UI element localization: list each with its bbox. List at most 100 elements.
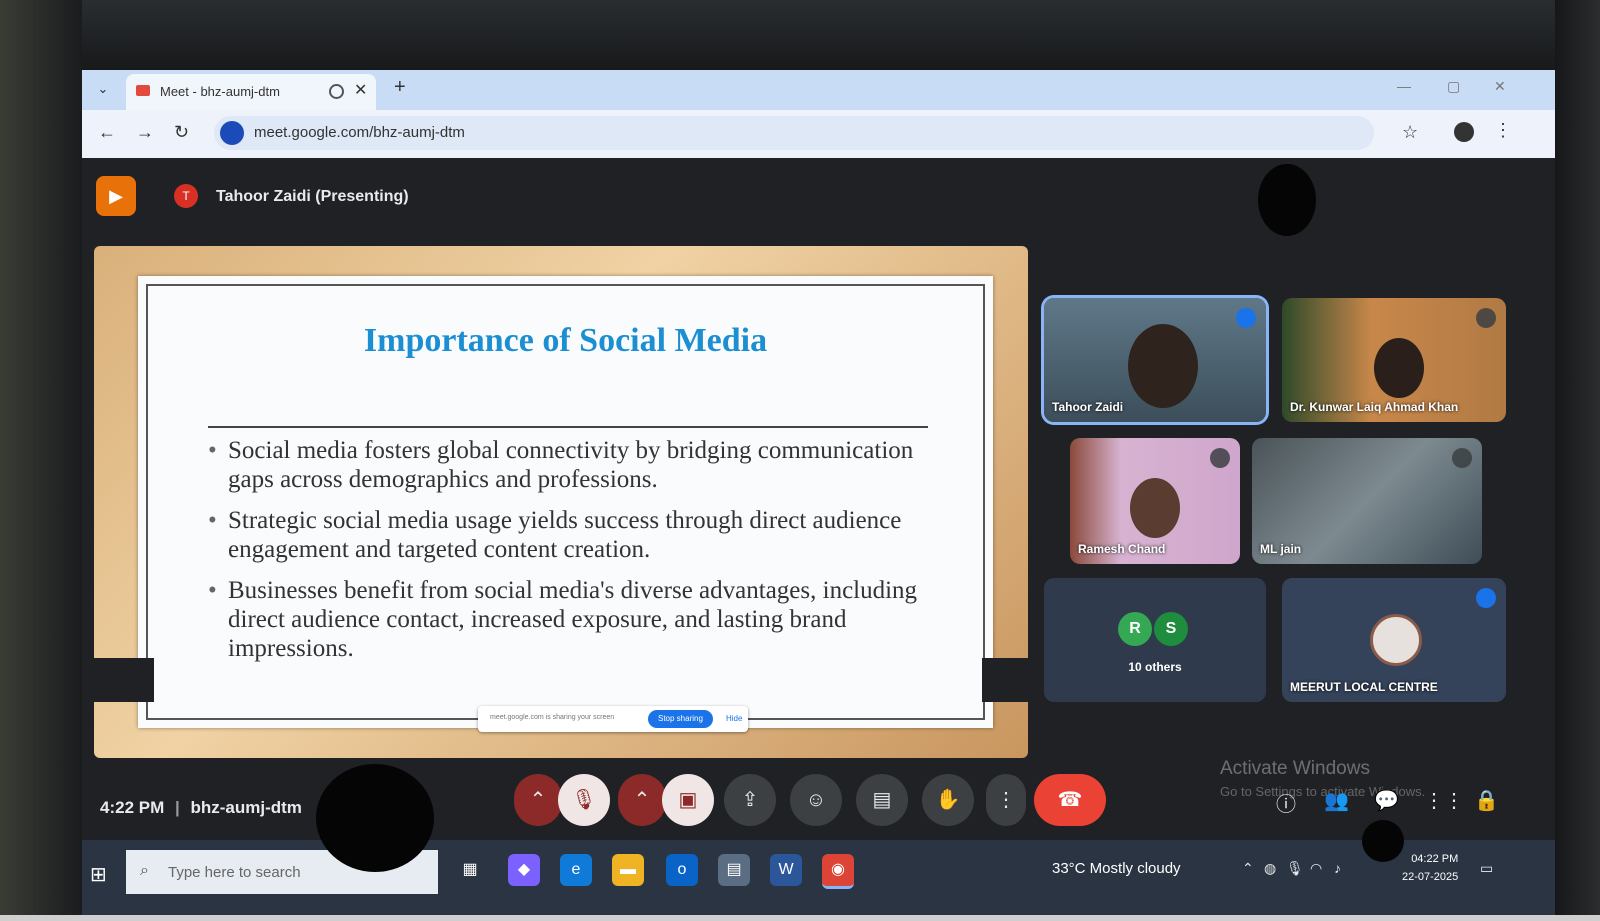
copilot-icon[interactable]: ◆ <box>508 854 540 886</box>
audio-settings-chevron-icon[interactable]: ⌃ <box>514 774 562 826</box>
taskbar-time: 04:22 PM <box>1411 853 1459 865</box>
windows-taskbar: ⊞ ⌕ Type here to search ▦ ◆ e ▬ o ▤ W ◉ … <box>82 840 1555 915</box>
tray-chevron-icon[interactable]: ⌃ <box>1242 860 1254 877</box>
taskbar-date: 22-07-2025 <box>1402 871 1459 883</box>
reactions-button[interactable]: ☺ <box>790 774 842 826</box>
participant-video <box>1374 338 1424 398</box>
presentation-right-handle <box>982 658 1040 702</box>
windows-start-icon[interactable]: ⊞ <box>90 862 107 887</box>
screen: ⌄ Meet - bhz-aumj-dtm ✕ + — ▢ ✕ ← → ↻ me… <box>82 70 1555 915</box>
back-icon[interactable]: ← <box>98 122 116 143</box>
edge-icon[interactable]: e <box>560 854 592 886</box>
site-info-icon[interactable] <box>220 121 244 145</box>
captions-button[interactable]: ▤ <box>856 774 908 826</box>
camera-shadow <box>1362 820 1404 862</box>
presenter-avatar: T <box>174 184 198 208</box>
slide: Importance of Social Media Social media … <box>138 276 993 732</box>
monitor-bezel-left <box>0 0 82 921</box>
search-placeholder: Type here to search <box>168 864 301 881</box>
browser-tab[interactable]: Meet - bhz-aumj-dtm ✕ <box>126 74 376 110</box>
share-status-text: meet.google.com is sharing your screen <box>490 714 615 721</box>
browser-toolbar: ← → ↻ meet.google.com/bhz-aumj-dtm ☆ ⋮ <box>82 110 1555 158</box>
reload-icon[interactable]: ↻ <box>174 122 189 143</box>
recording-icon <box>329 84 344 99</box>
meeting-details-icon[interactable]: ⓘ <box>1276 788 1296 817</box>
browser-tab-bar: ⌄ Meet - bhz-aumj-dtm ✕ + — ▢ ✕ <box>82 70 1555 110</box>
hide-share-bar-link[interactable]: Hide <box>726 714 742 723</box>
profile-avatar[interactable] <box>1454 122 1474 142</box>
new-tab-button[interactable]: + <box>394 76 406 99</box>
slide-bullet: Strategic social media usage yields succ… <box>208 506 928 564</box>
other-avatar: S <box>1154 612 1188 646</box>
video-settings-chevron-icon[interactable]: ⌃ <box>618 774 666 826</box>
stop-sharing-button[interactable]: Stop sharing <box>648 710 713 728</box>
close-window-icon[interactable]: ✕ <box>1494 78 1506 95</box>
participant-name: MEERUT LOCAL CENTRE <box>1290 680 1438 694</box>
task-view-icon[interactable]: ▦ <box>454 854 486 886</box>
camera-shadow <box>316 764 434 872</box>
forward-icon[interactable]: → <box>136 122 154 143</box>
address-bar[interactable]: meet.google.com/bhz-aumj-dtm <box>214 116 1374 150</box>
participant-tile[interactable]: Dr. Kunwar Laiq Ahmad Khan <box>1282 298 1506 422</box>
present-screen-button[interactable]: ⇪ <box>724 774 776 826</box>
monitor-bezel-right <box>1555 0 1600 921</box>
meet-logo-icon: ▶ <box>96 176 136 216</box>
minimize-icon[interactable]: — <box>1397 78 1411 94</box>
browser-menu-icon[interactable]: ⋮ <box>1494 120 1512 141</box>
camera-shadow <box>1258 164 1316 236</box>
meeting-time: 4:22 PM | bhz-aumj-dtm <box>100 798 302 818</box>
meet-top-bar: ▶ T Tahoor Zaidi (Presenting) <box>82 158 1555 228</box>
others-count: 10 others <box>1128 660 1182 674</box>
other-avatar: R <box>1118 612 1152 646</box>
others-tile[interactable]: R S 10 others <box>1044 578 1266 702</box>
participant-tile[interactable]: Ramesh Chand <box>1070 438 1240 564</box>
slide-bullet: Social media fosters global connectivity… <box>208 436 928 494</box>
screen-share-bar: meet.google.com is sharing your screen S… <box>478 706 748 732</box>
presentation-left-handle <box>94 658 154 702</box>
shared-screen: Importance of Social Media Social media … <box>94 246 1040 758</box>
mic-muted-icon <box>1476 308 1496 328</box>
weather-widget[interactable]: 33°C Mostly cloudy <box>1052 860 1181 877</box>
participant-name: Tahoor Zaidi <box>1052 400 1124 414</box>
activities-icon[interactable]: ⋮⋮ <box>1424 788 1464 813</box>
participant-video <box>1128 324 1198 408</box>
volume-icon[interactable]: ♪ <box>1334 860 1341 876</box>
notification-icon[interactable]: ▭ <box>1480 860 1493 877</box>
host-controls-icon[interactable]: 🔒 <box>1474 788 1499 813</box>
participant-video <box>1130 478 1180 538</box>
microphone-icon[interactable]: 🎙 <box>1286 860 1304 877</box>
file-explorer-icon[interactable]: ▬ <box>612 854 644 886</box>
organization-logo-icon <box>1370 614 1422 666</box>
chat-icon[interactable]: 💬 <box>1374 788 1399 813</box>
mic-muted-icon <box>1452 448 1472 468</box>
raise-hand-button[interactable]: ✋ <box>922 774 974 826</box>
network-icon[interactable]: ◍ <box>1264 860 1276 877</box>
participant-tile[interactable]: Tahoor Zaidi <box>1044 298 1266 422</box>
taskbar-clock[interactable]: 04:22 PM 22-07-2025 <box>1402 850 1458 886</box>
word-icon[interactable]: W <box>770 854 802 886</box>
store-icon[interactable]: ▤ <box>718 854 750 886</box>
activate-windows-title: Activate Windows <box>1220 758 1370 779</box>
monitor-bezel-top <box>0 0 1600 70</box>
url-text: meet.google.com/bhz-aumj-dtm <box>254 124 465 141</box>
maximize-icon[interactable]: ▢ <box>1447 78 1460 95</box>
mic-muted-icon <box>1210 448 1230 468</box>
slide-bullets: Social media fosters global connectivity… <box>208 436 928 675</box>
mic-off-button[interactable]: 🎙 <box>558 774 610 826</box>
more-options-button[interactable]: ⋮ <box>986 774 1026 826</box>
participant-tile[interactable]: MEERUT LOCAL CENTRE <box>1282 578 1506 702</box>
tab-search-icon[interactable]: ⌄ <box>92 78 114 100</box>
wifi-icon[interactable]: ◠ <box>1310 860 1322 877</box>
leave-call-button[interactable]: ☎ <box>1034 774 1106 826</box>
close-tab-icon[interactable]: ✕ <box>354 80 367 100</box>
outlook-icon[interactable]: o <box>666 854 698 886</box>
camera-off-button[interactable]: ▣ <box>662 774 714 826</box>
participant-tile[interactable]: ML jain <box>1252 438 1482 564</box>
bookmark-star-icon[interactable]: ☆ <box>1402 122 1418 143</box>
time-separator: | <box>174 798 180 817</box>
presenter-label: Tahoor Zaidi (Presenting) <box>216 188 409 205</box>
meet-favicon-icon <box>136 85 150 96</box>
chrome-icon[interactable]: ◉ <box>822 854 854 889</box>
participant-name: ML jain <box>1260 542 1302 556</box>
people-icon[interactable]: 👥 <box>1324 788 1349 813</box>
